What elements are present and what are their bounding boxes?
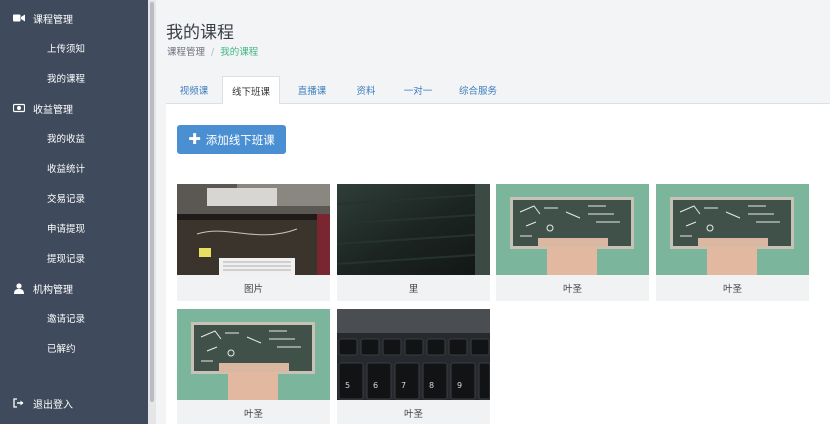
- sidebar-item-label: 申请提现: [47, 224, 86, 235]
- add-button-label: 添加线下班课: [205, 132, 275, 147]
- course-type-tabs: 视频课 线下班课 直播课 资料 一对一 综合服务: [166, 76, 830, 105]
- course-card[interactable]: 里: [337, 184, 490, 301]
- add-offline-class-button[interactable]: ✚ 添加线下班课: [177, 125, 286, 154]
- sidebar-item-label: 上传须知: [47, 44, 86, 55]
- sidebar-item-upload-notice[interactable]: 上传须知: [0, 33, 148, 63]
- sidebar-item-my-income[interactable]: 我的收益: [0, 123, 148, 153]
- tab-label: 视频课: [179, 86, 209, 97]
- sidebar-item-label: 交易记录: [47, 194, 86, 205]
- course-thumbnail: [177, 309, 330, 400]
- course-card[interactable]: 图片: [177, 184, 330, 301]
- svg-text:8: 8: [429, 381, 434, 390]
- sidebar-logout[interactable]: 退出登入: [0, 388, 148, 418]
- course-caption: 图片: [243, 284, 263, 295]
- course-thumbnail: [496, 184, 649, 275]
- sidebar-group-income-management[interactable]: 收益管理: [0, 93, 148, 123]
- sidebar-scrollbar-thumb[interactable]: [150, 2, 154, 402]
- sidebar-item-apply-withdraw[interactable]: 申请提现: [0, 213, 148, 243]
- sidebar-item-invite-records[interactable]: 邀请记录: [0, 303, 148, 333]
- tab-label: 一对一: [403, 86, 433, 97]
- sidebar-group-label: 课程管理: [33, 14, 73, 26]
- tab-label: 综合服务: [458, 86, 497, 97]
- svg-text:5: 5: [345, 381, 350, 390]
- sidebar-group-course-management[interactable]: 课程管理: [0, 3, 148, 33]
- course-thumbnail: [656, 184, 809, 275]
- sidebar-item-label: 已解约: [47, 344, 76, 355]
- logout-label: 退出登入: [33, 399, 73, 411]
- video-camera-icon: [13, 12, 25, 24]
- course-caption: 叶圣: [403, 409, 423, 420]
- sidebar-group-label: 收益管理: [33, 104, 73, 116]
- sidebar-item-withdraw-records[interactable]: 提现记录: [0, 243, 148, 273]
- course-card[interactable]: 叶圣: [177, 309, 330, 424]
- sign-out-icon: [13, 397, 25, 409]
- breadcrumb-parent[interactable]: 课程管理: [167, 47, 205, 58]
- tab-video-course[interactable]: 视频课: [170, 76, 218, 104]
- user-icon: [13, 282, 25, 294]
- sidebar-item-label: 我的收益: [47, 134, 86, 145]
- tab-comprehensive-service[interactable]: 综合服务: [450, 76, 506, 104]
- breadcrumb-current: 我的课程: [220, 47, 259, 58]
- svg-text:6: 6: [373, 381, 378, 390]
- course-caption: 叶圣: [562, 284, 582, 295]
- course-caption: 叶圣: [243, 409, 263, 420]
- sidebar-item-label: 提现记录: [47, 254, 86, 265]
- course-card[interactable]: 叶圣: [496, 184, 649, 301]
- course-thumbnail: [337, 184, 490, 275]
- sidebar-item-terminated[interactable]: 已解约: [0, 333, 148, 363]
- money-icon: [13, 102, 25, 114]
- page-title: 我的课程: [166, 23, 234, 43]
- course-caption: 叶圣: [722, 284, 742, 295]
- svg-text:7: 7: [401, 381, 406, 390]
- sidebar-item-label: 邀请记录: [47, 314, 86, 325]
- course-thumbnail: [177, 184, 330, 275]
- sidebar-item-label: 收益统计: [47, 164, 86, 175]
- sidebar-item-label: 我的课程: [47, 74, 86, 85]
- plus-icon: ✚: [188, 130, 201, 148]
- tab-live-course[interactable]: 直播课: [288, 76, 336, 104]
- sidebar-item-my-courses[interactable]: 我的课程: [0, 63, 148, 93]
- tab-offline-class[interactable]: 线下班课: [222, 76, 280, 105]
- sidebar-item-income-stats[interactable]: 收益统计: [0, 153, 148, 183]
- course-thumbnail: 5 6 7 8 9: [337, 309, 490, 400]
- tab-label: 直播课: [297, 86, 327, 97]
- sidebar-item-transactions[interactable]: 交易记录: [0, 183, 148, 213]
- breadcrumb-separator: /: [211, 47, 215, 58]
- svg-text:9: 9: [457, 381, 462, 390]
- tab-label: 线下班课: [231, 86, 270, 98]
- tab-label: 资料: [356, 86, 376, 97]
- tab-materials[interactable]: 资料: [344, 76, 388, 104]
- course-card[interactable]: 5 6 7 8 9 叶圣: [337, 309, 490, 424]
- tab-one-on-one[interactable]: 一对一: [394, 76, 442, 104]
- sidebar-group-label: 机构管理: [33, 284, 73, 296]
- sidebar-group-org-management[interactable]: 机构管理: [0, 273, 148, 303]
- breadcrumb: 课程管理 / 我的课程: [167, 44, 258, 58]
- course-caption: 里: [408, 284, 419, 295]
- course-card[interactable]: 叶圣: [656, 184, 809, 301]
